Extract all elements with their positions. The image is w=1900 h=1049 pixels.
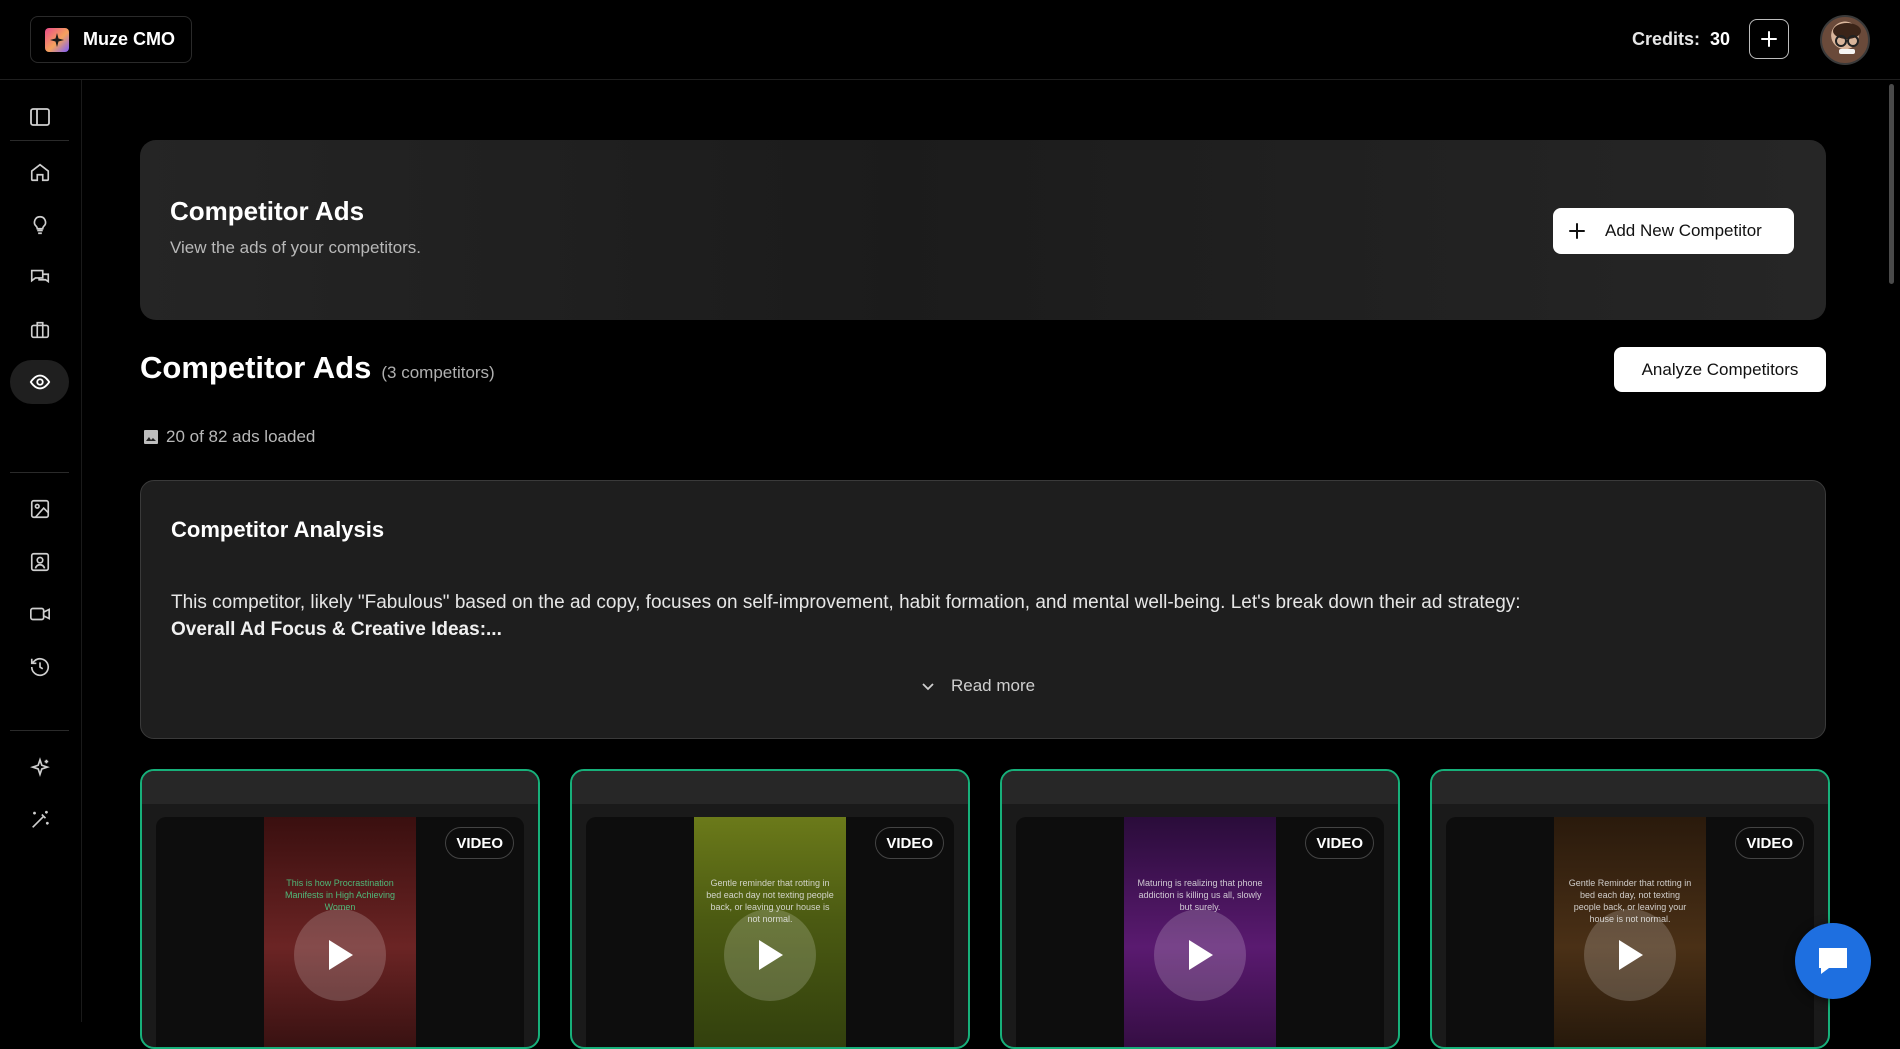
video-badge: VIDEO [445,827,514,859]
sidebar [0,80,82,1022]
add-credits-button[interactable] [1749,19,1789,59]
read-more-button[interactable]: Read more [921,676,1035,696]
sidebar-divider [10,472,69,473]
ad-media: Maturing is realizing that phone addicti… [1016,817,1384,1047]
analysis-body: This competitor, likely "Fabulous" based… [171,592,1521,613]
ads-loaded-status: 20 of 82 ads loaded [142,427,315,447]
ad-card-header [142,771,538,804]
brand-name: Muze CMO [83,29,175,49]
play-icon [1189,940,1213,970]
plus-icon [1761,31,1777,47]
image-icon [144,430,158,444]
home-icon [30,163,49,182]
ad-card[interactable]: This is how Procrastination Manifests in… [140,769,540,1049]
eye-icon [29,374,50,390]
ad-card-header [1432,771,1828,804]
sidebar-item-images[interactable] [10,487,69,531]
page-subtitle: View the ads of your competitors. [170,238,422,257]
ad-card[interactable]: Gentle reminder that rotting in bed each… [570,769,970,1049]
plus-icon [1569,223,1585,239]
chat-icon [30,269,49,284]
play-button[interactable] [1154,909,1246,1001]
sidebar-item-home[interactable] [10,150,69,194]
credits-value: 30 [1710,29,1731,49]
image-icon [30,499,49,519]
video-badge: VIDEO [1305,827,1374,859]
section-title: Competitor Ads [140,350,372,385]
add-new-competitor-label: Add New Competitor [1605,221,1762,240]
page-scrollbar[interactable] [1889,84,1894,284]
sidebar-item-magic[interactable] [10,798,69,842]
sidebar-item-history[interactable] [10,645,69,689]
play-icon [759,940,783,970]
sidebar-item-videos[interactable] [10,592,69,636]
sidebar-item-avatars[interactable] [10,540,69,584]
sidebar-item-portfolio[interactable] [10,308,69,352]
chevron-down-icon [922,683,934,691]
history-icon [30,658,49,677]
credits-display: Credits: 30 [1632,29,1730,50]
ad-card[interactable]: Gentle Reminder that rotting in bed each… [1430,769,1830,1049]
ad-thumbnail-text: This is how Procrastination Manifests in… [284,878,396,912]
user-portrait-icon [30,552,49,572]
header-card: Competitor Ads View the ads of your comp… [140,140,1826,320]
read-more-label: Read more [951,676,1036,695]
analysis-subheading: Overall Ad Focus & Creative Ideas:... [171,619,502,640]
play-button[interactable] [724,909,816,1001]
ad-media: Gentle Reminder that rotting in bed each… [1446,817,1814,1047]
competitor-analysis-card: Competitor Analysis This competitor, lik… [140,480,1826,739]
sidebar-divider [10,730,69,731]
ad-card[interactable]: Maturing is realizing that phone addicti… [1000,769,1400,1049]
credits-label: Credits: [1632,29,1701,49]
user-avatar[interactable] [1820,15,1870,65]
ad-thumbnail-text: Maturing is realizing that phone addicti… [1137,878,1263,912]
ads-loaded-text: 20 of 82 ads loaded [166,427,316,446]
sidebar-item-ai-generate[interactable] [10,746,69,790]
video-badge: VIDEO [1735,827,1804,859]
play-icon [329,940,353,970]
play-button[interactable] [1584,909,1676,1001]
ad-card-header [572,771,968,804]
sidebar-item-competitor-ads[interactable] [10,360,69,404]
chat-bubble-icon [1819,948,1847,974]
brand-switcher[interactable]: Muze CMO [30,16,192,63]
sidebar-toggle-icon [29,108,50,126]
ad-media: This is how Procrastination Manifests in… [156,817,524,1047]
lightbulb-icon [33,215,46,235]
briefcase-icon [30,321,49,339]
analysis-title: Competitor Analysis [171,517,385,542]
main-content: Competitor Ads View the ads of your comp… [82,80,1882,1049]
video-icon [29,607,50,621]
video-badge: VIDEO [875,827,944,859]
magic-wand-icon [31,810,49,828]
sidebar-divider [10,140,69,141]
competitor-count: (3 competitors) [381,363,495,382]
top-bar: Muze CMO Credits: 30 [0,0,1900,80]
sidebar-item-ideas[interactable] [10,203,69,247]
sidebar-toggle[interactable] [10,95,69,139]
play-icon [1619,940,1643,970]
brand-logo [45,27,69,52]
page-title: Competitor Ads [170,196,365,226]
section-heading: Competitor Ads (3 competitors) [140,350,495,386]
ad-media: Gentle reminder that rotting in bed each… [586,817,954,1047]
sidebar-item-chat[interactable] [10,255,69,299]
play-button[interactable] [294,909,386,1001]
add-new-competitor-button[interactable]: Add New Competitor [1553,208,1794,254]
ad-card-header [1002,771,1398,804]
chat-support-button[interactable] [1795,923,1871,999]
analyze-competitors-button[interactable]: Analyze Competitors [1614,347,1826,392]
sparkle-icon [29,757,50,778]
